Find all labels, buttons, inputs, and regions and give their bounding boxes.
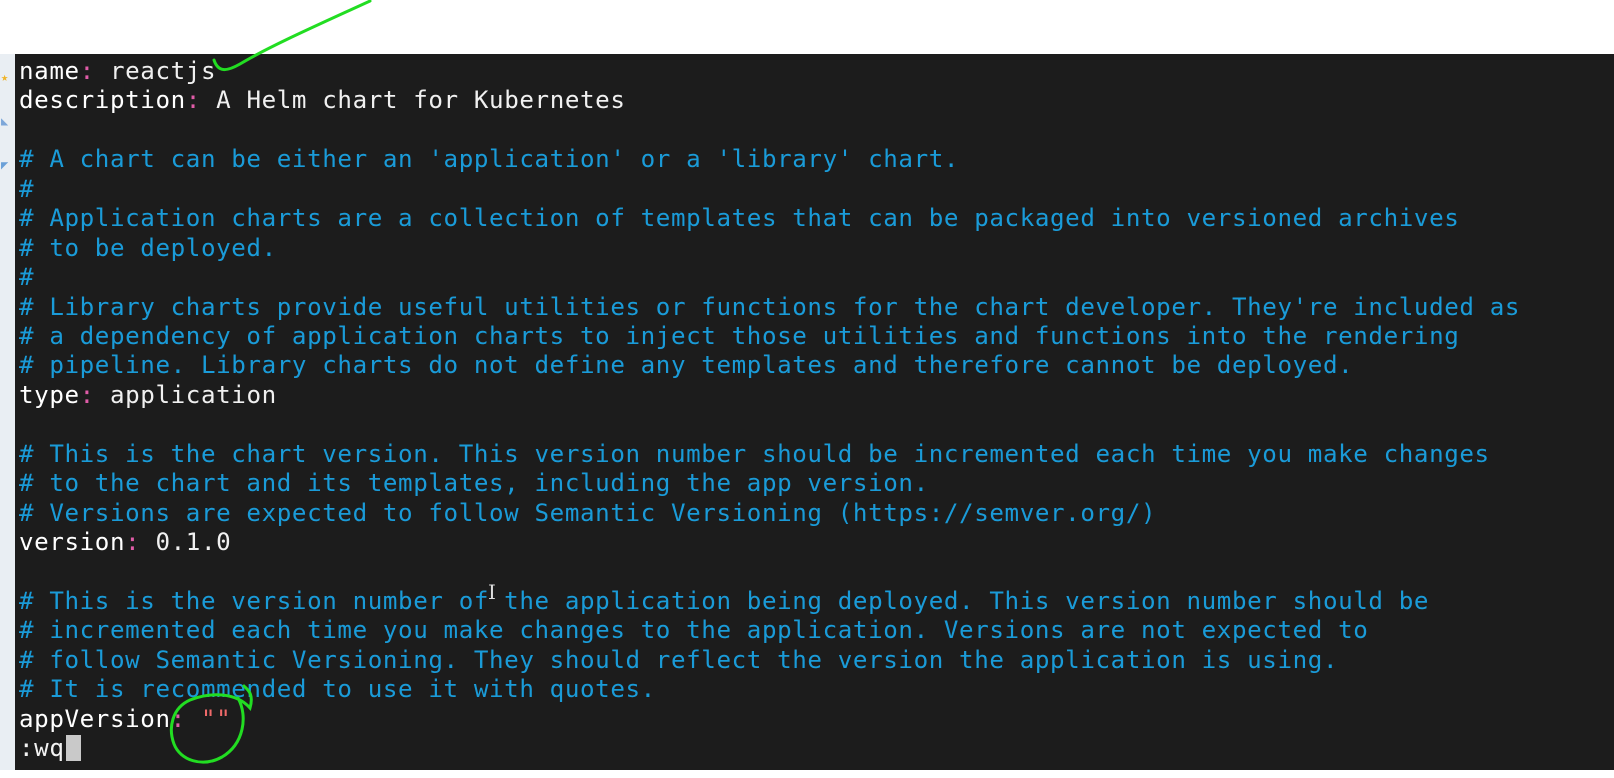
yaml-comment: # pipeline. Library charts do not define…: [19, 351, 1354, 380]
text-cursor: [65, 735, 81, 762]
vim-command-line: :wq: [19, 734, 65, 763]
arrow-icon: ◤: [1, 158, 9, 172]
editor-line[interactable]: # a dependency of application charts to …: [19, 322, 1520, 351]
editor-line[interactable]: description: A Helm chart for Kubernetes: [19, 86, 1520, 115]
left-window-strip: ★ ◣ ◤: [0, 54, 16, 770]
yaml-value: "": [200, 704, 232, 733]
yaml-comment: # Library charts provide useful utilitie…: [19, 292, 1521, 321]
editor-line[interactable]: # to the chart and its templates, includ…: [19, 469, 1520, 498]
yaml-comment: # A chart can be either an 'application'…: [19, 145, 960, 174]
editor-line[interactable]: version: 0.1.0: [19, 528, 1520, 557]
yaml-colon: :: [79, 380, 110, 409]
editor-line[interactable]: #: [19, 263, 1520, 292]
arrow-icon: ◣: [1, 114, 9, 128]
editor-line[interactable]: # follow Semantic Versioning. They shoul…: [19, 646, 1520, 675]
yaml-comment: # incremented each time you make changes…: [19, 616, 1369, 645]
yaml-comment: # to be deployed.: [19, 233, 277, 262]
star-icon: ★: [1, 70, 9, 84]
editor-buffer[interactable]: name: reactjs description: A Helm chart f…: [19, 57, 1520, 764]
yaml-comment: # It is recommended to use it with quote…: [19, 675, 656, 704]
editor-line[interactable]: type: application: [19, 381, 1520, 410]
editor-line[interactable]: # Versions are expected to follow Semant…: [19, 499, 1520, 528]
editor-line[interactable]: # A chart can be either an 'application'…: [19, 145, 1520, 174]
yaml-comment: # to the chart and its templates, includ…: [19, 469, 929, 498]
yaml-comment: # follow Semantic Versioning. They shoul…: [19, 645, 1339, 674]
yaml-comment: # This is the chart version. This versio…: [19, 439, 1490, 468]
yaml-colon: :: [170, 704, 201, 733]
yaml-colon: :: [79, 57, 110, 85]
mouse-ibeam-cursor-icon: I: [488, 580, 496, 604]
yaml-comment: # a dependency of application charts to …: [19, 321, 1460, 350]
editor-line[interactable]: # It is recommended to use it with quote…: [19, 675, 1520, 704]
yaml-key: appVersion: [19, 704, 171, 733]
yaml-value: 0.1.0: [155, 528, 232, 556]
editor-line[interactable]: name: reactjs: [19, 57, 1520, 86]
editor-line[interactable]: [19, 410, 1520, 439]
editor-line[interactable]: # Library charts provide useful utilitie…: [19, 293, 1520, 322]
yaml-comment: # This is the version number of the appl…: [19, 586, 1430, 615]
yaml-key: description: [19, 86, 186, 115]
editor-line[interactable]: # to be deployed.: [19, 234, 1520, 263]
yaml-comment: #: [19, 174, 35, 203]
yaml-key: version: [19, 528, 126, 556]
yaml-comment: # Versions are expected to follow Semant…: [19, 498, 1157, 527]
yaml-comment: # Application charts are a collection of…: [19, 204, 1460, 233]
yaml-key: name: [19, 57, 80, 85]
editor-line[interactable]: [19, 116, 1520, 145]
editor-line[interactable]: # Application charts are a collection of…: [19, 204, 1520, 233]
editor-line[interactable]: #: [19, 175, 1520, 204]
editor-line[interactable]: # pipeline. Library charts do not define…: [19, 351, 1520, 380]
editor-line[interactable]: appVersion: "": [19, 705, 1520, 734]
yaml-colon: :: [185, 86, 217, 115]
editor-line[interactable]: # incremented each time you make changes…: [19, 616, 1520, 645]
yaml-value: A Helm chart for Kubernetes: [216, 86, 626, 115]
editor-line[interactable]: # This is the version number of the appl…: [19, 587, 1520, 616]
yaml-key: type: [19, 380, 80, 409]
yaml-comment: #: [19, 263, 35, 292]
yaml-value: reactjs: [109, 57, 217, 85]
bottom-strip: [0, 770, 1614, 778]
yaml-value: application: [109, 380, 277, 409]
vim-terminal[interactable]: name: reactjs description: A Helm chart f…: [15, 54, 1614, 770]
editor-line[interactable]: [19, 557, 1520, 586]
editor-line[interactable]: # This is the chart version. This versio…: [19, 440, 1520, 469]
yaml-colon: :: [125, 528, 156, 556]
editor-line[interactable]: :wq: [19, 734, 1520, 763]
